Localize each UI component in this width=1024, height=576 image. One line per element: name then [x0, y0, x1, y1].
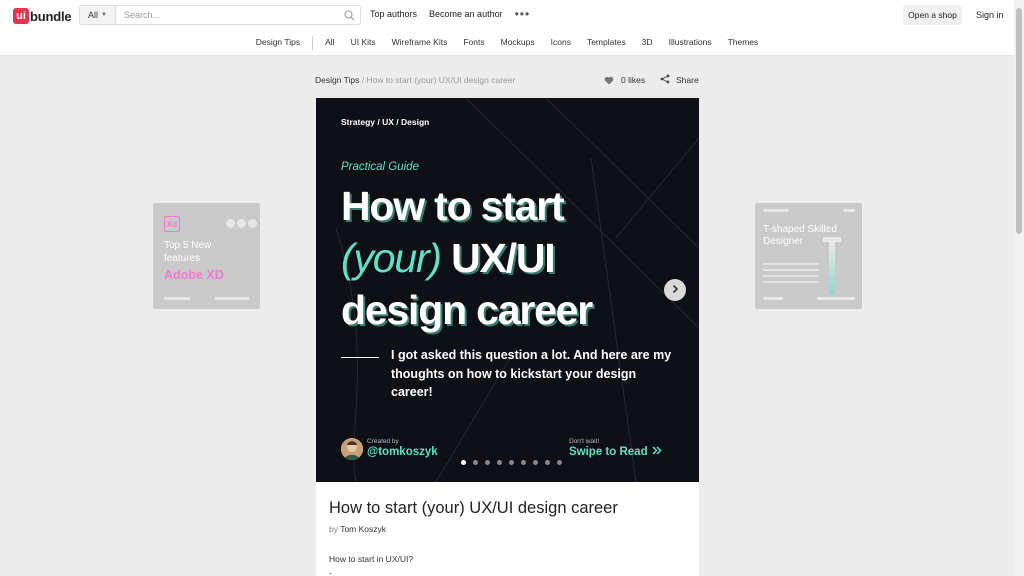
sign-in-link[interactable]: Sign in: [976, 10, 1004, 20]
thumbnail-text: Top 5 New features: [164, 239, 211, 265]
nav-divider: [312, 36, 314, 50]
thumbnail-footer-right: [215, 297, 249, 300]
nav-illustrations[interactable]: Illustrations: [661, 36, 720, 49]
likes-count: 0 likes: [621, 75, 646, 85]
adobe-xd-icon: Xd: [164, 216, 180, 232]
search-input[interactable]: [116, 6, 338, 24]
nav-all[interactable]: All: [317, 36, 342, 49]
nav-mockups[interactable]: Mockups: [493, 36, 543, 49]
nav-fonts[interactable]: Fonts: [455, 36, 492, 49]
carousel-slide[interactable]: Strategy / UX / Design Practical Guide H…: [316, 98, 699, 482]
thumbnail-line-2: features: [164, 253, 201, 264]
thumbnail-footer-right: [817, 297, 855, 300]
scrollbar-thumb[interactable]: [1016, 8, 1022, 234]
nav-icons[interactable]: Icons: [543, 36, 579, 49]
carousel-dot[interactable]: [461, 460, 466, 465]
thumbnail-body-lines: [763, 263, 819, 287]
thumbnail-footer-left: [763, 297, 783, 300]
swipe-label: Swipe to Read: [569, 446, 648, 458]
nav-design-tips[interactable]: Design Tips: [248, 36, 308, 49]
top-links: Top authors Become an author •••: [370, 8, 531, 20]
carousel-dot[interactable]: [557, 460, 562, 465]
next-post-thumbnail[interactable]: T-shaped Skilled Designer: [755, 203, 862, 309]
t-shape-icon: [823, 237, 841, 295]
thumbnail-line-1: Top 5 New: [164, 240, 212, 251]
author-avatar: [341, 438, 363, 460]
more-icon[interactable]: •••: [515, 8, 531, 20]
share-icon: [660, 74, 670, 86]
carousel-dot[interactable]: [521, 460, 526, 465]
open-shop-button[interactable]: Open a shop: [903, 5, 962, 25]
author-handle: @tomkoszyk: [367, 446, 438, 458]
thumbnail-icons: [226, 219, 257, 228]
double-chevron-right-icon: [652, 446, 662, 458]
carousel-dot[interactable]: [473, 460, 478, 465]
carousel-dot[interactable]: [509, 460, 514, 465]
heart-icon: [603, 74, 615, 86]
carousel-dots: [316, 460, 699, 465]
top-header: ui bundle All ▼ Top authors Become an au…: [0, 0, 1014, 56]
headline-line-1: How to start: [341, 183, 565, 229]
logo-mark: ui: [13, 8, 29, 24]
search-category-label: All: [88, 10, 99, 20]
carousel-dot[interactable]: [545, 460, 550, 465]
swipe-to-read: Swipe to Read: [569, 446, 662, 458]
top-authors-link[interactable]: Top authors: [370, 9, 417, 19]
next-slide-button[interactable]: [664, 279, 686, 301]
post-title: How to start (your) UX/UI design career: [329, 499, 618, 517]
previous-post-thumbnail[interactable]: Xd Top 5 New features Adobe XD: [153, 203, 260, 309]
headline-line-3: design career: [341, 287, 593, 333]
slide-headline: How to start (your) UX/UI design career: [341, 180, 593, 336]
search-bar: All ▼: [79, 5, 361, 25]
become-author-link[interactable]: Become an author: [429, 9, 503, 19]
thumbnail-header-right: [843, 209, 855, 212]
carousel-dot[interactable]: [497, 460, 502, 465]
headline-accent: (your): [341, 235, 442, 281]
slide-guide-label: Practical Guide: [341, 161, 419, 173]
nav-ui-kits[interactable]: UI Kits: [343, 36, 384, 49]
logo[interactable]: ui bundle: [13, 8, 72, 24]
slide-quote: I got asked this question a lot. And her…: [391, 348, 672, 399]
thumbnail-highlight: Adobe XD: [164, 268, 224, 282]
share-label: Share: [676, 75, 699, 85]
breadcrumb-separator: /: [359, 75, 367, 85]
post-byline: by Tom Koszyk: [329, 524, 386, 534]
post-card: Strategy / UX / Design Practical Guide H…: [316, 98, 699, 576]
nav-wireframe-kits[interactable]: Wireframe Kits: [384, 36, 456, 49]
dont-wait-label: Don't wait!: [569, 438, 600, 445]
chevron-down-icon: ▼: [101, 12, 107, 18]
slide-divider: [341, 357, 379, 358]
author-link[interactable]: Tom Koszyk: [340, 524, 386, 534]
search-category-select[interactable]: All ▼: [80, 6, 116, 24]
created-by-label: Created by: [367, 438, 399, 445]
breadcrumb: Design Tips / How to start (your) UX/UI …: [315, 75, 515, 85]
post-body: How to start in UX/UI?: [329, 554, 414, 564]
breadcrumb-parent-link[interactable]: Design Tips: [315, 75, 359, 85]
thumbnail-footer-left: [164, 297, 190, 300]
nav-3d[interactable]: 3D: [634, 36, 661, 49]
like-button[interactable]: 0 likes: [603, 74, 645, 86]
post-body-line-2: -: [329, 568, 332, 576]
chevron-right-icon: [670, 281, 680, 299]
nav-templates[interactable]: Templates: [579, 36, 634, 49]
nav-themes[interactable]: Themes: [720, 36, 767, 49]
search-icon[interactable]: [338, 6, 360, 24]
logo-text: bundle: [30, 8, 72, 24]
slide-tagline: Strategy / UX / Design: [341, 117, 430, 127]
page-scrollbar[interactable]: [1014, 0, 1024, 576]
headline-line-2: UX/UI: [440, 235, 556, 281]
byline-prefix: by: [329, 524, 341, 534]
share-button[interactable]: Share: [660, 74, 699, 86]
breadcrumb-current: How to start (your) UX/UI design career: [366, 75, 516, 85]
carousel-dot[interactable]: [485, 460, 490, 465]
thumbnail-header-left: [763, 209, 789, 212]
category-nav: Design Tips All UI Kits Wireframe Kits F…: [0, 36, 1014, 50]
carousel-dot[interactable]: [533, 460, 538, 465]
